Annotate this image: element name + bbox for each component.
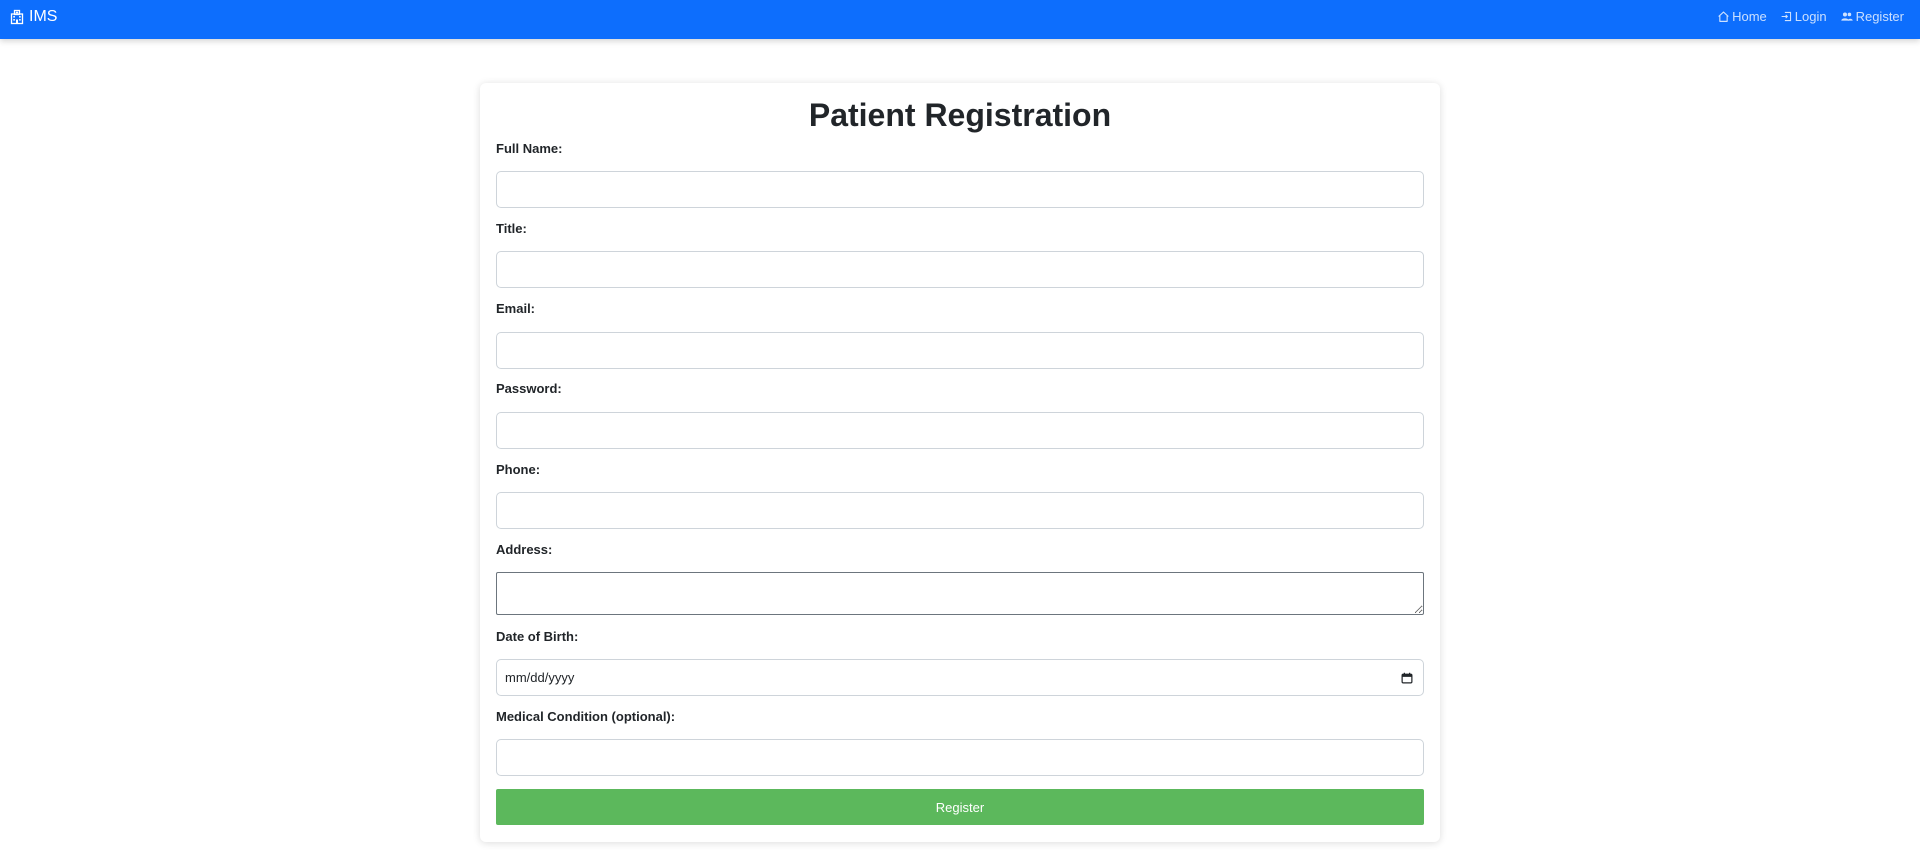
nav-links: Home Login Register bbox=[1717, 9, 1904, 24]
phone-input[interactable] bbox=[496, 492, 1424, 529]
nav-home-label: Home bbox=[1732, 9, 1767, 24]
house-icon bbox=[1718, 11, 1729, 22]
phone-label: Phone: bbox=[496, 462, 541, 477]
title-input[interactable] bbox=[496, 251, 1424, 288]
password-label: Password: bbox=[496, 381, 562, 396]
full-name-input[interactable] bbox=[496, 171, 1424, 208]
register-button[interactable]: Register bbox=[496, 789, 1424, 825]
box-arrow-in-icon bbox=[1781, 11, 1791, 22]
navbar: IMS Home Login Register bbox=[0, 0, 1920, 39]
dob-label: Date of Birth: bbox=[496, 629, 579, 644]
full-name-label: Full Name: bbox=[496, 141, 563, 156]
address-label: Address: bbox=[496, 542, 553, 557]
dob-placeholder: mm/dd/yyyy bbox=[505, 670, 575, 685]
nav-login-link[interactable]: Login bbox=[1780, 9, 1827, 24]
email-input[interactable] bbox=[496, 332, 1424, 369]
people-icon bbox=[1840, 12, 1853, 21]
brand-label: IMS bbox=[29, 7, 58, 25]
password-input[interactable] bbox=[496, 412, 1424, 449]
medical-condition-label: Medical Condition (optional): bbox=[496, 709, 676, 724]
page-title: Patient Registration bbox=[808, 97, 1112, 133]
nav-register-link[interactable]: Register bbox=[1840, 9, 1904, 24]
address-textarea[interactable] bbox=[496, 572, 1424, 615]
dob-date-input[interactable]: mm/dd/yyyy bbox=[496, 659, 1424, 696]
nav-register-label: Register bbox=[1855, 9, 1904, 24]
title-label: Title: bbox=[496, 221, 527, 236]
nav-home-link[interactable]: Home bbox=[1717, 9, 1767, 24]
hospital-icon bbox=[10, 9, 24, 24]
calendar-icon[interactable] bbox=[1401, 672, 1413, 684]
nav-login-label: Login bbox=[1794, 9, 1827, 24]
registration-form: Patient Registration Full Name: Title: E… bbox=[480, 83, 1440, 842]
medical-condition-input[interactable] bbox=[496, 739, 1424, 776]
email-label: Email: bbox=[496, 301, 536, 316]
brand-link[interactable]: IMS bbox=[9, 8, 57, 26]
